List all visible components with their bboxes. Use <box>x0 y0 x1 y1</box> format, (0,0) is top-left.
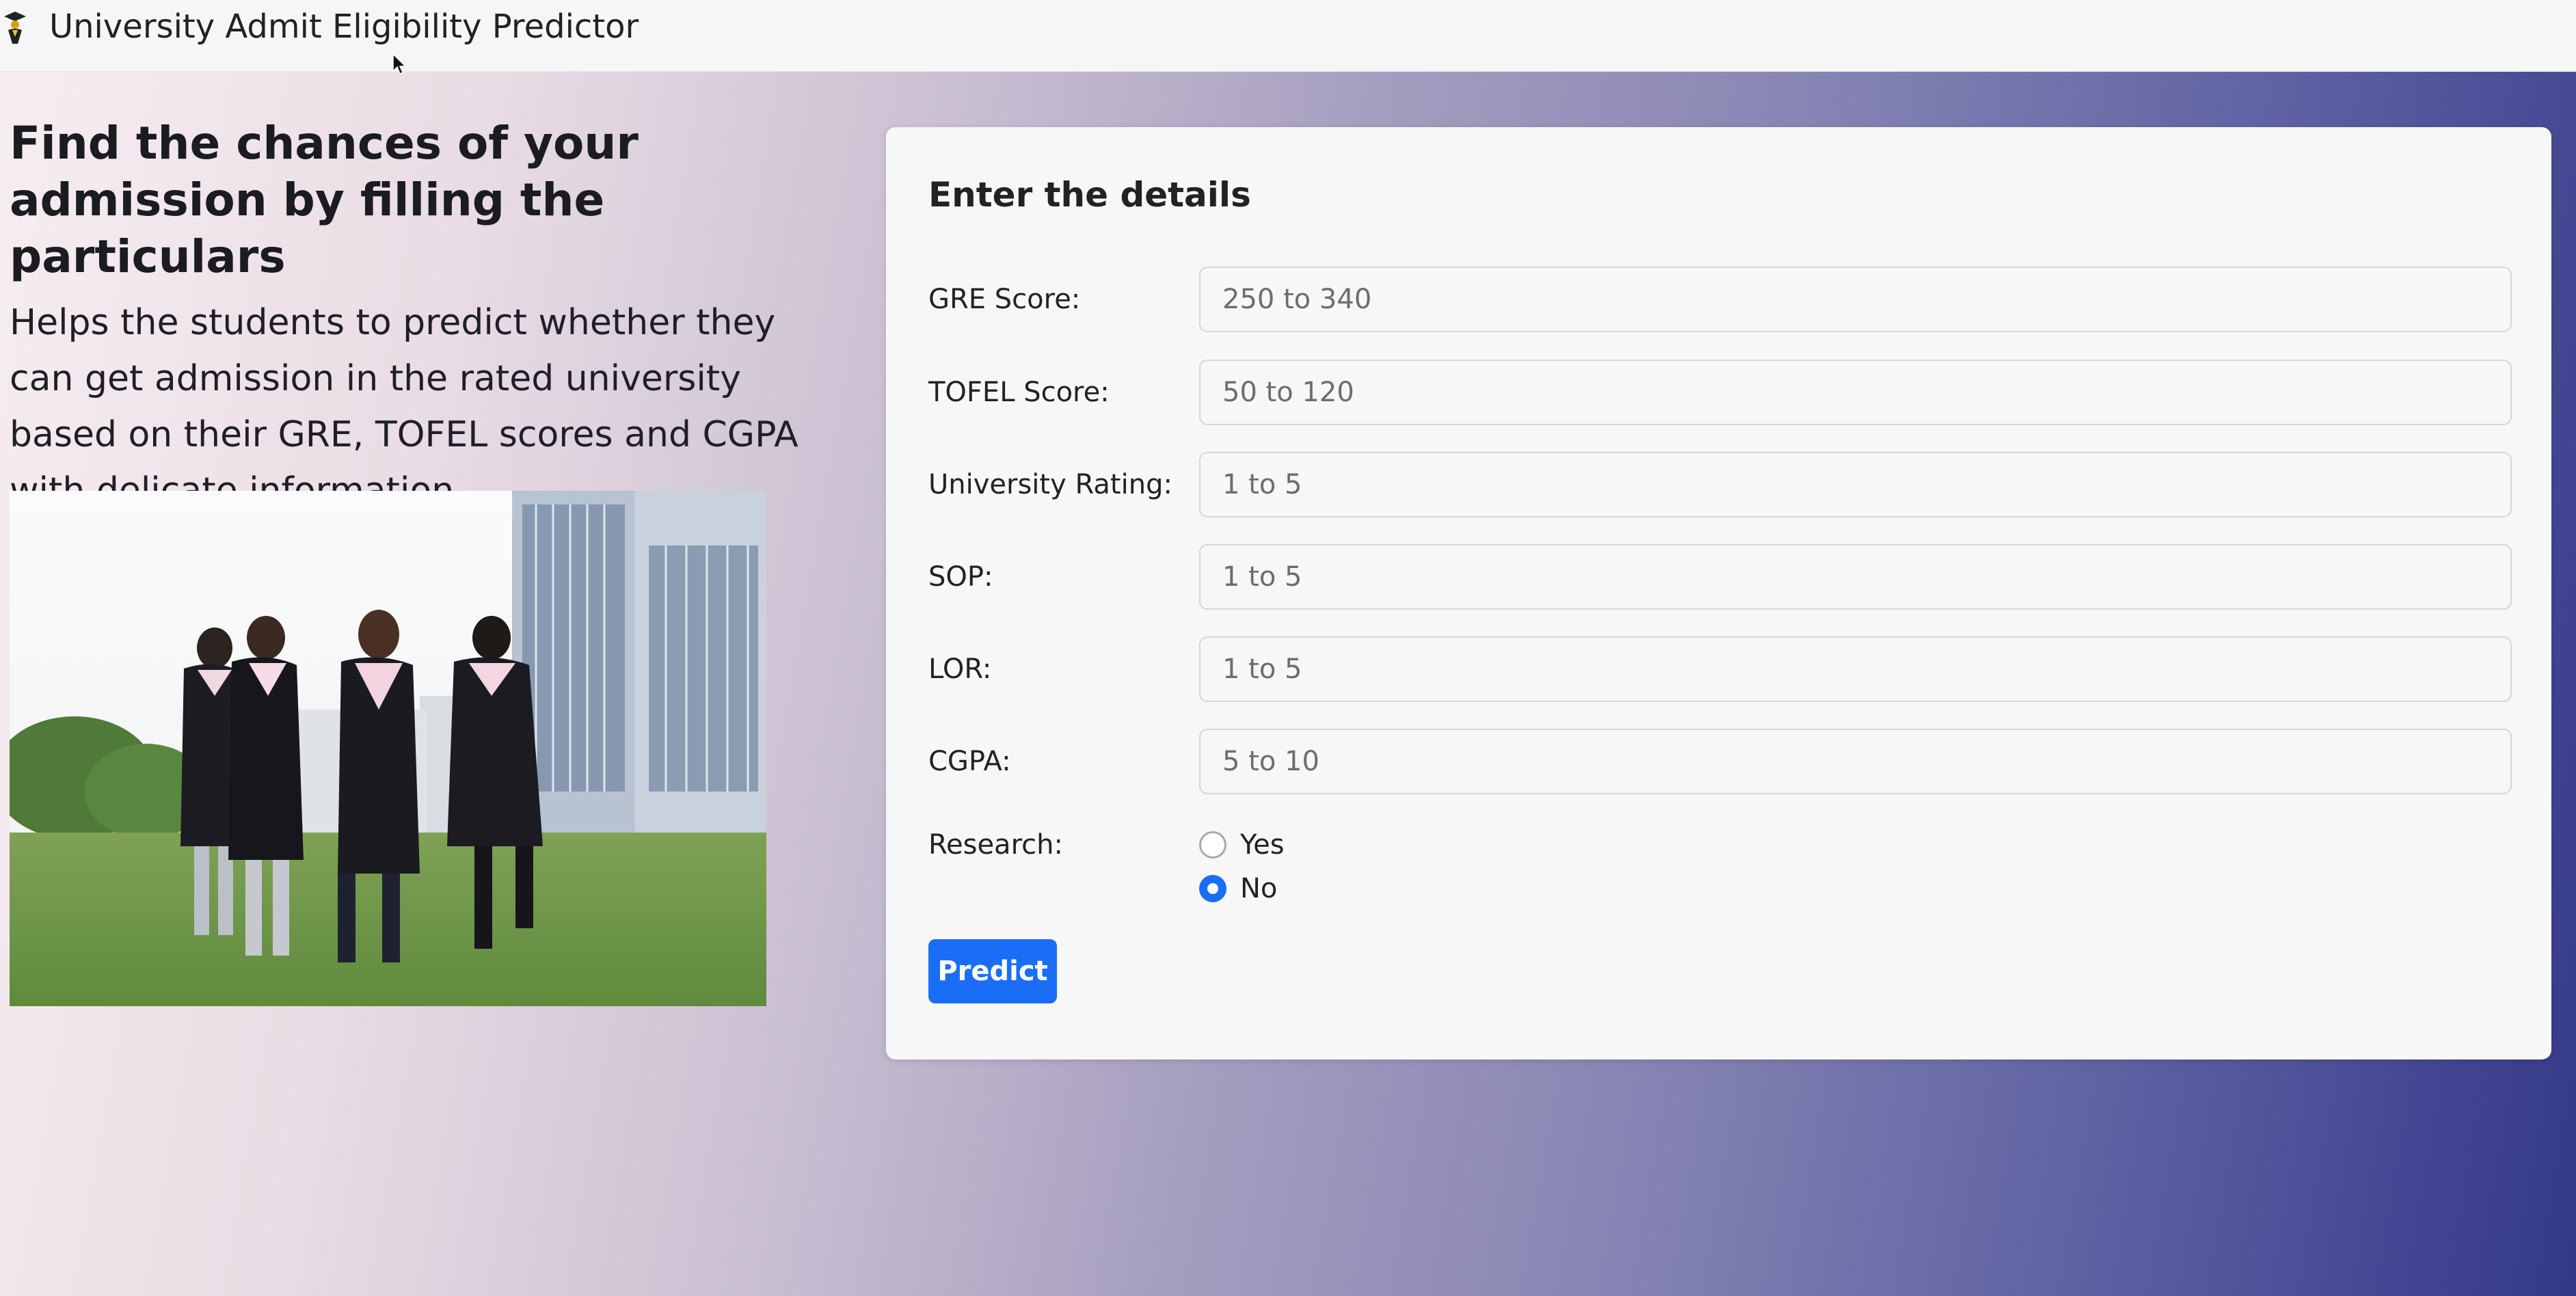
research-no-radio[interactable] <box>1199 875 1226 902</box>
sop-input[interactable] <box>1199 544 2512 610</box>
sop-label: SOP: <box>928 561 993 593</box>
graduate-person-icon <box>3 10 27 45</box>
mouse-cursor-icon <box>392 53 407 75</box>
graduation-photo <box>10 491 766 1006</box>
lor-row: LOR: <box>928 636 2514 702</box>
navbar: University Admit Eligibility Predictor <box>0 0 2576 72</box>
app-title[interactable]: University Admit Eligibility Predictor <box>49 4 639 49</box>
research-option-no[interactable]: No <box>1199 869 1277 908</box>
hero-headline: Find the chances of your admission by fi… <box>10 117 639 283</box>
university-rating-row: University Rating: <box>928 452 2514 517</box>
predict-button[interactable]: Predict <box>928 939 1057 1003</box>
gre-score-row: GRE Score: <box>928 267 2514 332</box>
research-label: Research: <box>928 829 1063 861</box>
form-title: Enter the details <box>928 175 1251 215</box>
cgpa-input[interactable] <box>1199 729 2512 794</box>
hero-section: Find the chances of your admission by fi… <box>10 115 844 519</box>
research-no-label[interactable]: No <box>1240 869 1277 908</box>
cgpa-label: CGPA: <box>928 746 1011 777</box>
gre-score-label: GRE Score: <box>928 284 1081 315</box>
lor-label: LOR: <box>928 653 992 685</box>
hero-description: Helps the students to predict whether th… <box>10 302 799 511</box>
sop-row: SOP: <box>928 544 2514 610</box>
tofel-score-input[interactable] <box>1199 360 2512 425</box>
gre-score-input[interactable] <box>1199 267 2512 332</box>
university-rating-input[interactable] <box>1199 452 2512 517</box>
lor-input[interactable] <box>1199 636 2512 702</box>
research-option-yes[interactable]: Yes <box>1199 826 1285 864</box>
research-yes-label[interactable]: Yes <box>1240 826 1285 864</box>
tofel-score-label: TOFEL Score: <box>928 377 1110 408</box>
tofel-score-row: TOFEL Score: <box>928 360 2514 425</box>
research-yes-radio[interactable] <box>1199 831 1226 859</box>
details-form-card: Enter the details GRE Score: TOFEL Score… <box>886 127 2551 1059</box>
cgpa-row: CGPA: <box>928 729 2514 794</box>
university-rating-label: University Rating: <box>928 469 1172 500</box>
